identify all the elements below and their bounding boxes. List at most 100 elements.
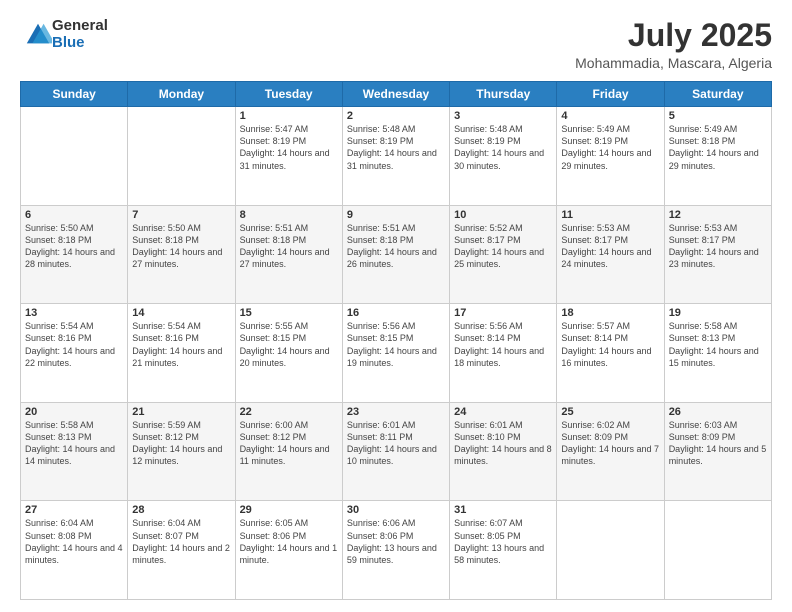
- day-info: Sunrise: 5:50 AM Sunset: 8:18 PM Dayligh…: [132, 222, 230, 271]
- header-monday: Monday: [128, 82, 235, 107]
- calendar-cell: 11Sunrise: 5:53 AM Sunset: 8:17 PM Dayli…: [557, 205, 664, 304]
- day-info: Sunrise: 6:00 AM Sunset: 8:12 PM Dayligh…: [240, 419, 338, 468]
- calendar-cell: 1Sunrise: 5:47 AM Sunset: 8:19 PM Daylig…: [235, 107, 342, 206]
- calendar-cell: [21, 107, 128, 206]
- header-friday: Friday: [557, 82, 664, 107]
- calendar-cell: 17Sunrise: 5:56 AM Sunset: 8:14 PM Dayli…: [450, 304, 557, 403]
- day-number: 22: [240, 406, 338, 418]
- day-number: 18: [561, 307, 659, 319]
- calendar-cell: 19Sunrise: 5:58 AM Sunset: 8:13 PM Dayli…: [664, 304, 771, 403]
- calendar-cell: 27Sunrise: 6:04 AM Sunset: 8:08 PM Dayli…: [21, 501, 128, 600]
- calendar-cell: 14Sunrise: 5:54 AM Sunset: 8:16 PM Dayli…: [128, 304, 235, 403]
- day-info: Sunrise: 5:57 AM Sunset: 8:14 PM Dayligh…: [561, 320, 659, 369]
- calendar-week-1: 1Sunrise: 5:47 AM Sunset: 8:19 PM Daylig…: [21, 107, 772, 206]
- calendar-cell: 3Sunrise: 5:48 AM Sunset: 8:19 PM Daylig…: [450, 107, 557, 206]
- day-info: Sunrise: 5:49 AM Sunset: 8:19 PM Dayligh…: [561, 123, 659, 172]
- day-info: Sunrise: 5:51 AM Sunset: 8:18 PM Dayligh…: [347, 222, 445, 271]
- day-info: Sunrise: 5:52 AM Sunset: 8:17 PM Dayligh…: [454, 222, 552, 271]
- calendar-cell: 20Sunrise: 5:58 AM Sunset: 8:13 PM Dayli…: [21, 402, 128, 501]
- calendar-cell: 26Sunrise: 6:03 AM Sunset: 8:09 PM Dayli…: [664, 402, 771, 501]
- title-block: July 2025 Mohammadia, Mascara, Algeria: [575, 18, 772, 71]
- day-info: Sunrise: 6:04 AM Sunset: 8:07 PM Dayligh…: [132, 517, 230, 566]
- day-info: Sunrise: 5:56 AM Sunset: 8:15 PM Dayligh…: [347, 320, 445, 369]
- day-info: Sunrise: 5:55 AM Sunset: 8:15 PM Dayligh…: [240, 320, 338, 369]
- day-number: 27: [25, 504, 123, 516]
- calendar-cell: 13Sunrise: 5:54 AM Sunset: 8:16 PM Dayli…: [21, 304, 128, 403]
- day-number: 28: [132, 504, 230, 516]
- calendar-week-2: 6Sunrise: 5:50 AM Sunset: 8:18 PM Daylig…: [21, 205, 772, 304]
- calendar-cell: 24Sunrise: 6:01 AM Sunset: 8:10 PM Dayli…: [450, 402, 557, 501]
- day-number: 5: [669, 110, 767, 122]
- logo-general-text: General: [52, 18, 108, 35]
- day-info: Sunrise: 5:48 AM Sunset: 8:19 PM Dayligh…: [347, 123, 445, 172]
- day-info: Sunrise: 5:56 AM Sunset: 8:14 PM Dayligh…: [454, 320, 552, 369]
- calendar-cell: 31Sunrise: 6:07 AM Sunset: 8:05 PM Dayli…: [450, 501, 557, 600]
- calendar-cell: 5Sunrise: 5:49 AM Sunset: 8:18 PM Daylig…: [664, 107, 771, 206]
- day-info: Sunrise: 5:54 AM Sunset: 8:16 PM Dayligh…: [132, 320, 230, 369]
- day-number: 29: [240, 504, 338, 516]
- day-info: Sunrise: 6:01 AM Sunset: 8:10 PM Dayligh…: [454, 419, 552, 468]
- day-info: Sunrise: 5:50 AM Sunset: 8:18 PM Dayligh…: [25, 222, 123, 271]
- subtitle: Mohammadia, Mascara, Algeria: [575, 55, 772, 71]
- calendar-cell: 6Sunrise: 5:50 AM Sunset: 8:18 PM Daylig…: [21, 205, 128, 304]
- page: General Blue July 2025 Mohammadia, Masca…: [0, 0, 792, 612]
- day-number: 23: [347, 406, 445, 418]
- day-number: 19: [669, 307, 767, 319]
- logo-blue-text: Blue: [52, 35, 108, 52]
- day-number: 9: [347, 209, 445, 221]
- day-info: Sunrise: 6:06 AM Sunset: 8:06 PM Dayligh…: [347, 517, 445, 566]
- calendar-cell: 8Sunrise: 5:51 AM Sunset: 8:18 PM Daylig…: [235, 205, 342, 304]
- day-info: Sunrise: 6:02 AM Sunset: 8:09 PM Dayligh…: [561, 419, 659, 468]
- calendar-cell: 10Sunrise: 5:52 AM Sunset: 8:17 PM Dayli…: [450, 205, 557, 304]
- day-info: Sunrise: 6:03 AM Sunset: 8:09 PM Dayligh…: [669, 419, 767, 468]
- day-number: 10: [454, 209, 552, 221]
- day-number: 21: [132, 406, 230, 418]
- calendar-cell: 22Sunrise: 6:00 AM Sunset: 8:12 PM Dayli…: [235, 402, 342, 501]
- logo: General Blue: [20, 18, 108, 51]
- day-info: Sunrise: 5:51 AM Sunset: 8:18 PM Dayligh…: [240, 222, 338, 271]
- day-number: 14: [132, 307, 230, 319]
- calendar-cell: [128, 107, 235, 206]
- calendar-table: Sunday Monday Tuesday Wednesday Thursday…: [20, 81, 772, 600]
- calendar-week-4: 20Sunrise: 5:58 AM Sunset: 8:13 PM Dayli…: [21, 402, 772, 501]
- day-number: 20: [25, 406, 123, 418]
- header-tuesday: Tuesday: [235, 82, 342, 107]
- day-number: 11: [561, 209, 659, 221]
- calendar-header-row: Sunday Monday Tuesday Wednesday Thursday…: [21, 82, 772, 107]
- calendar-cell: 16Sunrise: 5:56 AM Sunset: 8:15 PM Dayli…: [342, 304, 449, 403]
- day-info: Sunrise: 5:58 AM Sunset: 8:13 PM Dayligh…: [669, 320, 767, 369]
- calendar-cell: 29Sunrise: 6:05 AM Sunset: 8:06 PM Dayli…: [235, 501, 342, 600]
- day-number: 6: [25, 209, 123, 221]
- day-number: 17: [454, 307, 552, 319]
- day-number: 26: [669, 406, 767, 418]
- calendar-week-3: 13Sunrise: 5:54 AM Sunset: 8:16 PM Dayli…: [21, 304, 772, 403]
- calendar-cell: 15Sunrise: 5:55 AM Sunset: 8:15 PM Dayli…: [235, 304, 342, 403]
- day-info: Sunrise: 6:07 AM Sunset: 8:05 PM Dayligh…: [454, 517, 552, 566]
- calendar-cell: 9Sunrise: 5:51 AM Sunset: 8:18 PM Daylig…: [342, 205, 449, 304]
- day-number: 4: [561, 110, 659, 122]
- day-info: Sunrise: 5:49 AM Sunset: 8:18 PM Dayligh…: [669, 123, 767, 172]
- day-number: 24: [454, 406, 552, 418]
- calendar-cell: 25Sunrise: 6:02 AM Sunset: 8:09 PM Dayli…: [557, 402, 664, 501]
- day-info: Sunrise: 5:58 AM Sunset: 8:13 PM Dayligh…: [25, 419, 123, 468]
- day-info: Sunrise: 6:04 AM Sunset: 8:08 PM Dayligh…: [25, 517, 123, 566]
- header-saturday: Saturday: [664, 82, 771, 107]
- header-wednesday: Wednesday: [342, 82, 449, 107]
- day-info: Sunrise: 6:05 AM Sunset: 8:06 PM Dayligh…: [240, 517, 338, 566]
- logo-text: General Blue: [52, 18, 108, 51]
- day-number: 15: [240, 307, 338, 319]
- day-number: 31: [454, 504, 552, 516]
- calendar-cell: 18Sunrise: 5:57 AM Sunset: 8:14 PM Dayli…: [557, 304, 664, 403]
- calendar-cell: [557, 501, 664, 600]
- main-title: July 2025: [575, 18, 772, 53]
- day-number: 2: [347, 110, 445, 122]
- day-info: Sunrise: 5:53 AM Sunset: 8:17 PM Dayligh…: [669, 222, 767, 271]
- calendar-cell: 4Sunrise: 5:49 AM Sunset: 8:19 PM Daylig…: [557, 107, 664, 206]
- calendar-cell: 7Sunrise: 5:50 AM Sunset: 8:18 PM Daylig…: [128, 205, 235, 304]
- day-number: 12: [669, 209, 767, 221]
- day-number: 7: [132, 209, 230, 221]
- day-info: Sunrise: 5:59 AM Sunset: 8:12 PM Dayligh…: [132, 419, 230, 468]
- calendar-cell: 2Sunrise: 5:48 AM Sunset: 8:19 PM Daylig…: [342, 107, 449, 206]
- calendar-cell: 12Sunrise: 5:53 AM Sunset: 8:17 PM Dayli…: [664, 205, 771, 304]
- header-thursday: Thursday: [450, 82, 557, 107]
